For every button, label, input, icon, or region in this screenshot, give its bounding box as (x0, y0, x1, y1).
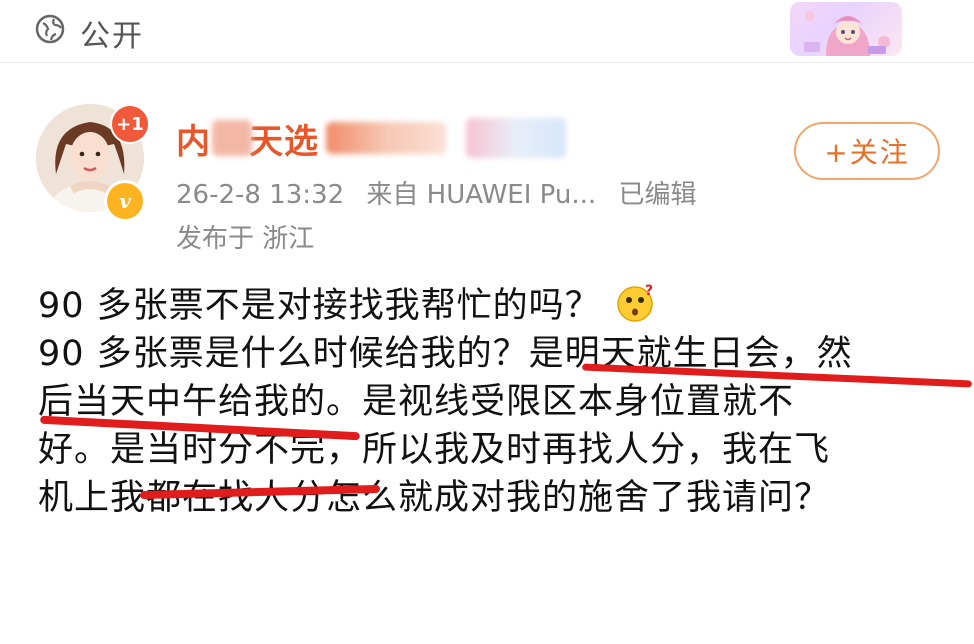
svg-text:?: ? (645, 283, 654, 299)
post-location: 发布于 浙江 (176, 224, 315, 254)
thinking-emoji-icon: ? (616, 283, 654, 322)
notification-badge: +1 (110, 104, 150, 144)
post-line-4: 好。是当时分不完，所以我及时再找人分，我在飞 (38, 430, 831, 470)
verified-icon: v (104, 180, 146, 222)
anime-girl-sticker (790, 2, 902, 56)
edited-label[interactable]: 已编辑 (618, 180, 696, 210)
globe-icon (35, 14, 65, 44)
username-blur-1 (212, 120, 252, 156)
username-blur-3 (466, 118, 566, 158)
post-line-1-text: 90 多张票不是对接找我帮忙的吗？ (38, 286, 601, 326)
post-line-1: 90 多张票不是对接找我帮忙的吗？ ? (38, 282, 958, 330)
post-line-2: 90 多张票是什么时候给我的？是明天就生日会，然 (38, 334, 853, 374)
username-blur-2 (326, 122, 446, 154)
post-source[interactable]: 来自 HUAWEI Pu... (366, 180, 596, 210)
bottom-fade (0, 628, 974, 644)
post-date: 26-2-8 13:32 (176, 180, 345, 210)
top-bar: 公开 (0, 0, 974, 63)
follow-button[interactable]: +关注 (794, 122, 940, 180)
username-visible-part-2: 天选 (249, 122, 319, 162)
post-meta: 26-2-8 13:32 来自 HUAWEI Pu... 已编辑 (176, 174, 710, 211)
post-body: 90 多张票不是对接找我帮忙的吗？ ? 90 多张票是什么时候给我的？是明天就生… (38, 282, 958, 522)
visibility-label[interactable]: 公开 (80, 11, 144, 55)
username-visible-part: 内 (176, 122, 211, 162)
post-line-3: 后当天中午给我的。是视线受限区本身位置就不 (38, 382, 795, 422)
